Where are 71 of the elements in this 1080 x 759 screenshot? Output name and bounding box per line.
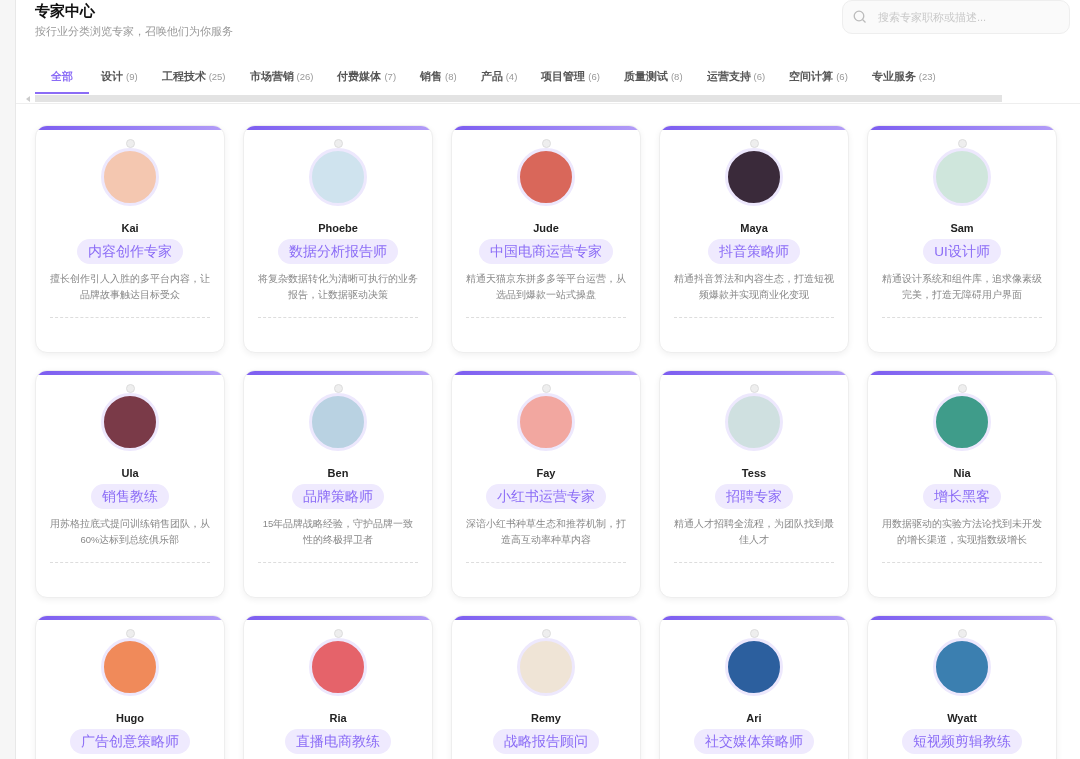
- page-title: 专家中心: [35, 1, 96, 21]
- search-icon: [853, 10, 867, 24]
- role-tag: 小红书运营专家: [486, 484, 606, 509]
- expert-name: Ben: [327, 466, 349, 481]
- expert-description: 精通抖音算法和内容生态，打造短视频爆款并实现商业化变现: [673, 272, 835, 302]
- category-tab[interactable]: 产品 (4): [468, 60, 530, 94]
- expert-card[interactable]: Kai 内容创作专家 擅长创作引人入胜的多平台内容，让品牌故事触达目标受众: [35, 125, 225, 353]
- expert-name: Wyatt: [947, 711, 977, 726]
- category-tab[interactable]: 付费媒体 (7): [325, 60, 409, 94]
- expert-card[interactable]: Sam UI设计师 精通设计系统和组件库，追求像素级完美，打造无障碍用户界面: [867, 125, 1057, 353]
- role-tag: 中国电商运营专家: [479, 239, 613, 264]
- expert-name: Kai: [121, 221, 139, 236]
- role-tag: 增长黑客: [923, 484, 1001, 509]
- role-tag: 战略报告顾问: [493, 729, 599, 754]
- expert-card[interactable]: Hugo 广告创意策略师: [35, 615, 225, 759]
- expert-card[interactable]: Wyatt 短视频剪辑教练: [867, 615, 1057, 759]
- role-tag: 社交媒体策略师: [694, 729, 814, 754]
- expert-description: 用数据驱动的实验方法论找到未开发的增长渠道，实现指数级增长: [881, 517, 1043, 547]
- expert-name: Maya: [740, 221, 768, 236]
- expert-name: Fay: [536, 466, 556, 481]
- expert-name: Jude: [533, 221, 559, 236]
- category-tab[interactable]: 质量测试 (8): [611, 60, 695, 94]
- role-tag: 内容创作专家: [77, 239, 183, 264]
- category-tab[interactable]: 工程技术 (25): [149, 60, 238, 94]
- category-tab[interactable]: 空间计算 (6): [777, 60, 860, 94]
- expert-name: Tess: [741, 466, 767, 481]
- expert-card[interactable]: Ula 销售教练 用苏格拉底式提问训练销售团队，从60%达标到总统俱乐部: [35, 370, 225, 598]
- expert-card[interactable]: Tess 招聘专家 精通人才招聘全流程，为团队找到最佳人才: [659, 370, 849, 598]
- expert-card[interactable]: Maya 抖音策略师 精通抖音算法和内容生态，打造短视频爆款并实现商业化变现: [659, 125, 849, 353]
- expert-name: Ria: [329, 711, 347, 726]
- role-tag: 广告创意策略师: [70, 729, 190, 754]
- expert-description: 用苏格拉底式提问训练销售团队，从60%达标到总统俱乐部: [49, 517, 211, 547]
- expert-description: 深谙小红书种草生态和推荐机制，打造高互动率种草内容: [465, 517, 627, 547]
- expert-card[interactable]: Ari 社交媒体策略师: [659, 615, 849, 759]
- expert-description: 15年品牌战略经验，守护品牌一致性的终极捍卫者: [261, 517, 415, 547]
- expert-name: Remy: [531, 711, 561, 726]
- category-tab[interactable]: 项目管理 (6): [529, 60, 612, 94]
- expert-name: Nia: [953, 466, 971, 481]
- role-tag: 短视频剪辑教练: [902, 729, 1022, 754]
- expert-description: 精通天猫京东拼多多等平台运营，从选品到爆款一站式操盘: [465, 272, 627, 302]
- scroll-left-arrow-icon[interactable]: [25, 94, 31, 103]
- expert-card[interactable]: Ria 直播电商教练: [243, 615, 433, 759]
- role-tag: UI设计师: [923, 239, 1001, 264]
- expert-description: 擅长创作引人入胜的多平台内容，让品牌故事触达目标受众: [49, 272, 211, 302]
- category-tab[interactable]: 设计 (9): [89, 60, 150, 94]
- role-tag: 数据分析报告师: [278, 239, 398, 264]
- role-tag: 品牌策略师: [292, 484, 384, 509]
- expert-description: 精通设计系统和组件库，追求像素级完美，打造无障碍用户界面: [881, 272, 1043, 302]
- expert-name: Phoebe: [318, 221, 358, 236]
- expert-name: Hugo: [115, 711, 145, 726]
- expert-name: Ari: [746, 711, 762, 726]
- category-tab[interactable]: 专业服务 (23): [859, 60, 948, 94]
- expert-card[interactable]: Fay 小红书运营专家 深谙小红书种草生态和推荐机制，打造高互动率种草内容: [451, 370, 641, 598]
- expert-name: Ula: [121, 466, 139, 481]
- category-tab[interactable]: 销售 (8): [408, 60, 469, 94]
- expert-card[interactable]: Ben 品牌策略师 15年品牌战略经验，守护品牌一致性的终极捍卫者: [243, 370, 433, 598]
- category-tab[interactable]: 运营支持 (6): [694, 60, 778, 94]
- category-tab[interactable]: 市场营销 (26): [237, 60, 326, 94]
- role-tag: 直播电商教练: [285, 729, 391, 754]
- expert-card[interactable]: Remy 战略报告顾问: [451, 615, 641, 759]
- expert-name: Sam: [950, 221, 974, 236]
- expert-description: 将复杂数据转化为清晰可执行的业务报告，让数据驱动决策: [257, 272, 419, 302]
- expert-card[interactable]: Phoebe 数据分析报告师 将复杂数据转化为清晰可执行的业务报告，让数据驱动决策: [243, 125, 433, 353]
- role-tag: 招聘专家: [715, 484, 793, 509]
- role-tag: 抖音策略师: [708, 239, 800, 264]
- expert-description: 精通人才招聘全流程，为团队找到最佳人才: [673, 517, 835, 547]
- horizontal-scrollbar[interactable]: [35, 95, 1002, 102]
- page-subtitle: 按行业分类浏览专家，召唤他们为你服务: [35, 24, 233, 39]
- role-tag: 销售教练: [91, 484, 169, 509]
- expert-card[interactable]: Nia 增长黑客 用数据驱动的实验方法论找到未开发的增长渠道，实现指数级增长: [867, 370, 1057, 598]
- expert-card[interactable]: Jude 中国电商运营专家 精通天猫京东拼多多等平台运营，从选品到爆款一站式操盘: [451, 125, 641, 353]
